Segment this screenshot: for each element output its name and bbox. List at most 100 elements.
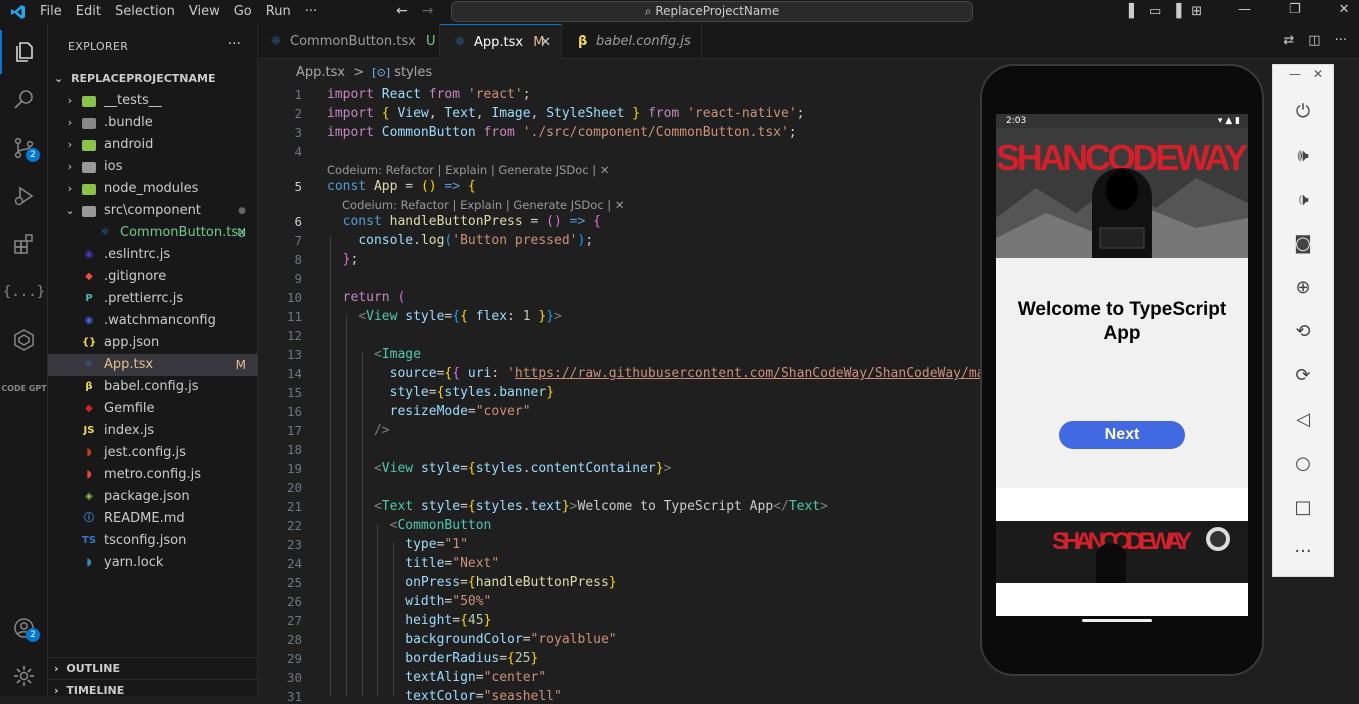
code-line: <CommonButton bbox=[389, 518, 492, 533]
chevron-right-icon: › bbox=[54, 662, 59, 675]
extensions-icon[interactable] bbox=[0, 222, 48, 266]
tab-app[interactable]: ⚛ App.tsx M ✕ bbox=[440, 24, 562, 59]
rotate-right-icon[interactable]: ⟳ bbox=[1273, 353, 1333, 397]
toggle-primary-sidebar-icon[interactable]: ▌ bbox=[1129, 4, 1139, 19]
restore-window-icon[interactable]: ❐ bbox=[1289, 2, 1301, 17]
explorer-more-actions-icon[interactable]: ··· bbox=[228, 36, 241, 52]
volume-down-icon[interactable]: 🕩 bbox=[1273, 177, 1333, 221]
tree-item-label: .watchmanconfig bbox=[104, 313, 216, 328]
source-control-icon[interactable]: 2 bbox=[0, 126, 48, 170]
timeline-section[interactable]: › TIMELINE bbox=[48, 679, 258, 701]
folder-ios[interactable]: › ios bbox=[48, 156, 258, 178]
emulator-minimize-icon[interactable]: — bbox=[1289, 67, 1301, 81]
customize-layout-icon[interactable]: ⊞ bbox=[1191, 4, 1202, 19]
settings-gear-icon[interactable] bbox=[0, 654, 48, 698]
search-icon: ⌕ bbox=[644, 4, 652, 18]
tab-commonbutton[interactable]: ⚛ CommonButton.tsx U bbox=[258, 24, 440, 59]
codegpt-icon[interactable]: CODE GPT bbox=[0, 366, 48, 410]
chevron-down-icon: ⌄ bbox=[65, 204, 75, 217]
folder-bundle[interactable]: › .bundle bbox=[48, 112, 258, 134]
emulator-close-icon[interactable]: ✕ bbox=[1313, 67, 1323, 81]
minimize-window-icon[interactable]: — bbox=[1238, 2, 1251, 17]
file-package-json[interactable]: ◈ package.json bbox=[48, 486, 258, 508]
file-gemfile[interactable]: ◆ Gemfile bbox=[48, 398, 258, 420]
code-line: source={{ uri: 'https://raw.githubuserco… bbox=[389, 366, 993, 381]
line-number: 6 bbox=[294, 214, 302, 229]
search-sidebar-icon[interactable] bbox=[0, 78, 48, 122]
back-triangle-icon[interactable]: ◁ bbox=[1273, 397, 1333, 441]
camera-icon[interactable]: ◙ bbox=[1273, 221, 1333, 265]
outline-section[interactable]: › OUTLINE bbox=[48, 657, 258, 679]
file-app-json[interactable]: {} app.json bbox=[48, 332, 258, 354]
file-index-js[interactable]: JS index.js bbox=[48, 420, 258, 442]
file-jest-config-js[interactable]: ◗ jest.config.js bbox=[48, 442, 258, 464]
menu-file[interactable]: File bbox=[40, 4, 62, 19]
close-window-icon[interactable]: ✕ bbox=[1339, 2, 1350, 17]
file-gitignore[interactable]: ◆ .gitignore bbox=[48, 266, 258, 288]
toggle-panel-icon[interactable]: ▭ bbox=[1149, 4, 1161, 19]
file-eslintrc-js[interactable]: ◉ .eslintrc.js bbox=[48, 244, 258, 266]
menu-edit[interactable]: Edit bbox=[76, 4, 101, 19]
phone-screen[interactable]: 2:03 ▾ ▲ ▮ SHANCODEWAY Welcome to TypeSc… bbox=[996, 114, 1248, 616]
folder-node-modules[interactable]: › node_modules bbox=[48, 178, 258, 200]
file-app-tsx[interactable]: ⚛ App.tsx M bbox=[48, 354, 258, 376]
codeium-codelens[interactable]: Codeium: Refactor | Explain | Generate J… bbox=[327, 163, 609, 177]
folder-android[interactable]: › android bbox=[48, 134, 258, 156]
source-control-badge: 2 bbox=[26, 148, 40, 162]
back-arrow-icon[interactable]: ← bbox=[396, 3, 408, 19]
git-status-badge: M bbox=[235, 358, 246, 372]
run-debug-icon[interactable] bbox=[0, 174, 48, 218]
overview-square-icon[interactable]: □ bbox=[1273, 485, 1333, 529]
code-line: onPress={handleButtonPress} bbox=[405, 575, 617, 590]
menu-more[interactable]: ··· bbox=[305, 4, 317, 19]
command-center-search[interactable]: ⌕ ReplaceProjectName bbox=[451, 1, 973, 22]
file-yarn-lock[interactable]: ◗ yarn.lock bbox=[48, 552, 258, 574]
line-number: 22 bbox=[286, 518, 302, 533]
tab-babel-config[interactable]: β babel.config.js bbox=[562, 24, 702, 59]
forward-arrow-icon[interactable]: → bbox=[422, 3, 434, 19]
emulator-more-icon[interactable]: ··· bbox=[1273, 529, 1333, 573]
menu-run[interactable]: Run bbox=[266, 4, 291, 19]
vscode-logo-icon[interactable] bbox=[10, 4, 26, 20]
file-prettierrc-js[interactable]: P .prettierrc.js bbox=[48, 288, 258, 310]
menu-view[interactable]: View bbox=[189, 4, 220, 19]
explorer-icon[interactable] bbox=[0, 30, 48, 74]
breadcrumb-file[interactable]: App.tsx bbox=[296, 65, 345, 80]
folder-tests[interactable]: › __tests__ bbox=[48, 90, 258, 112]
folder-icon bbox=[82, 184, 96, 195]
line-number: 12 bbox=[286, 328, 302, 343]
accounts-icon[interactable]: 2 bbox=[0, 606, 48, 650]
line-number: 8 bbox=[294, 252, 302, 267]
compare-changes-icon[interactable]: ⇄ bbox=[1283, 33, 1294, 48]
folder-src-component[interactable]: ⌄ src\component ● bbox=[48, 200, 258, 222]
zoom-icon[interactable]: ⊕ bbox=[1273, 265, 1333, 309]
breadcrumb-symbol[interactable]: styles bbox=[394, 65, 432, 80]
chevron-right-icon: › bbox=[54, 684, 59, 697]
menu-go[interactable]: Go bbox=[234, 4, 252, 19]
line-number: 27 bbox=[286, 613, 302, 628]
outline-label: OUTLINE bbox=[66, 662, 120, 675]
file-metro-config-js[interactable]: ◗ metro.config.js bbox=[48, 464, 258, 486]
close-tab-icon[interactable]: ✕ bbox=[540, 25, 551, 60]
home-indicator[interactable] bbox=[1082, 619, 1152, 622]
volume-up-icon[interactable]: 🕪 bbox=[1273, 133, 1333, 177]
editor-more-actions-icon[interactable]: ··· bbox=[1335, 33, 1347, 48]
project-root-folder[interactable]: ⌄ REPLACEPROJECTNAME bbox=[48, 68, 258, 90]
file-commonbutton-tsx[interactable]: ⚛ CommonButton.tsx U bbox=[48, 222, 258, 244]
tree-item-label: .gitignore bbox=[104, 269, 167, 284]
rotate-left-icon[interactable]: ⟲ bbox=[1273, 309, 1333, 353]
file-readme-md[interactable]: ⓘ README.md bbox=[48, 508, 258, 530]
remote-explorer-icon[interactable] bbox=[0, 318, 48, 362]
file-tsconfig-json[interactable]: TS tsconfig.json bbox=[48, 530, 258, 552]
home-circle-icon[interactable]: ○ bbox=[1273, 441, 1333, 485]
next-button[interactable]: Next bbox=[1059, 421, 1185, 449]
file-watchmanconfig[interactable]: ◉ .watchmanconfig bbox=[48, 310, 258, 332]
toggle-secondary-sidebar-icon[interactable]: ▐ bbox=[1171, 4, 1181, 19]
menu-selection[interactable]: Selection bbox=[115, 4, 175, 19]
content-container: Welcome to TypeScript App Next bbox=[996, 258, 1248, 488]
codeium-codelens[interactable]: Codeium: Refactor | Explain | Generate J… bbox=[342, 198, 624, 212]
json-tools-icon[interactable]: {...} bbox=[0, 270, 48, 314]
split-editor-icon[interactable]: ◫ bbox=[1308, 33, 1320, 48]
power-icon[interactable]: ⏻ bbox=[1273, 89, 1333, 133]
file-babel-config-js[interactable]: β babel.config.js bbox=[48, 376, 258, 398]
